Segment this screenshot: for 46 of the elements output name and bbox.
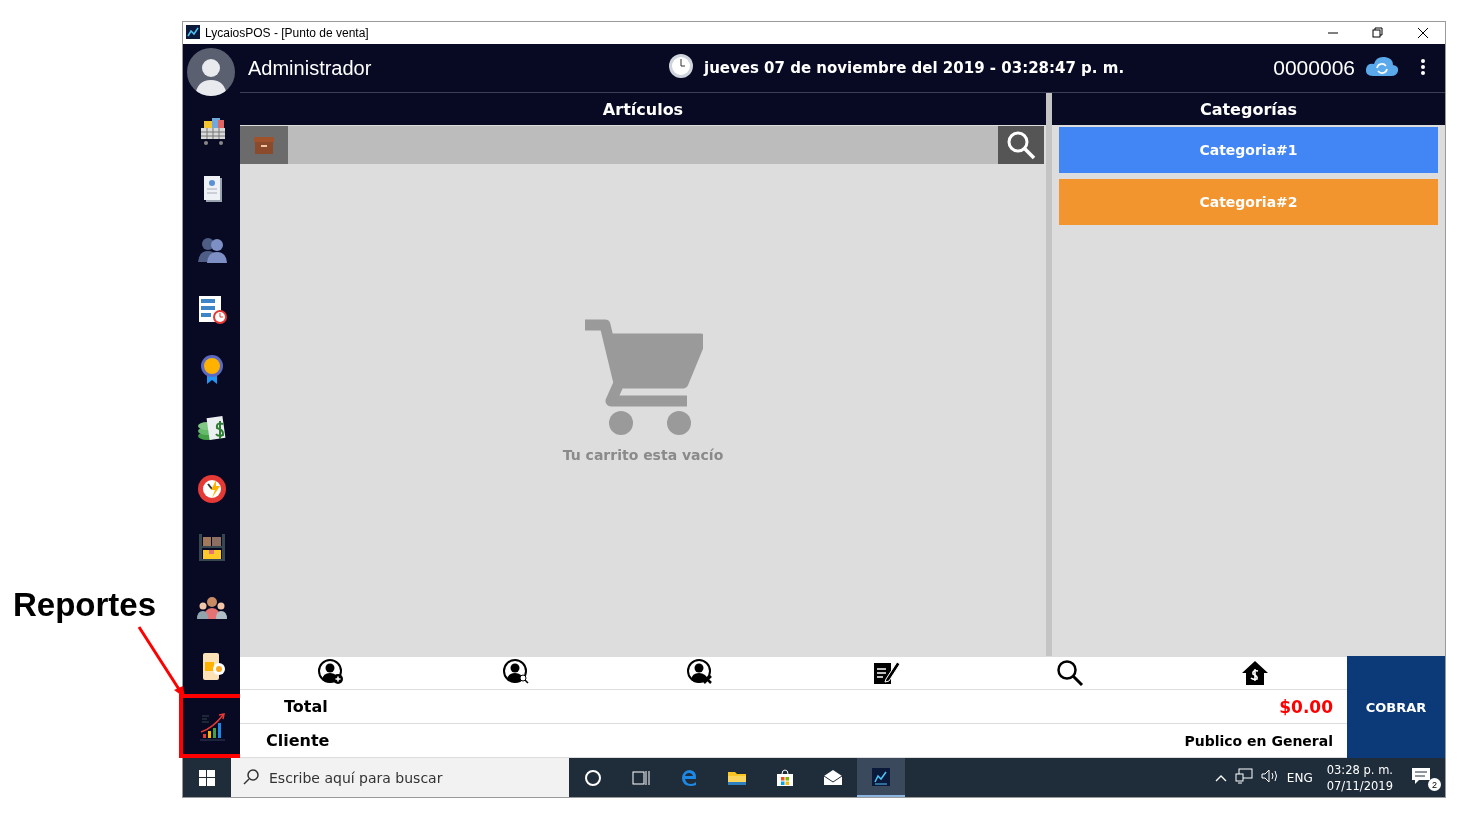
taskbar-search-field[interactable]: Escribe aquí para buscar (231, 758, 569, 797)
client-name: Publico en General (1184, 732, 1333, 749)
category-button[interactable]: Categoria#1 (1059, 127, 1438, 173)
restore-icon (1371, 27, 1384, 39)
app-button[interactable] (857, 758, 905, 797)
app-logo-icon (186, 24, 200, 39)
client-label: Cliente (266, 731, 330, 750)
house-dollar-icon (1240, 659, 1269, 687)
clock-icon (668, 53, 694, 79)
close-icon (1416, 27, 1429, 39)
empty-cart-message: Tu carrito esta vacío (562, 447, 724, 463)
sidebar-item[interactable] (181, 696, 242, 756)
empty-cart-icon (583, 317, 703, 437)
window-title: LycaiosPOS - [Punto de venta] (205, 26, 370, 40)
total-amount: $0.00 (1279, 696, 1333, 717)
clock-time: 03:28 p. m. (1326, 761, 1393, 778)
shopping-bag-icon (775, 767, 795, 788)
ticket-number: 0000006 (1273, 56, 1355, 80)
message-icon (1411, 767, 1431, 785)
date-time: jueves 07 de noviembre del 2019 - 03:28:47 p. m. (704, 59, 1126, 77)
panel-title: Categorías (1052, 93, 1445, 125)
edit-note-icon (871, 659, 900, 687)
app-logo-icon (871, 766, 891, 787)
language-indicator[interactable]: ENG (1286, 770, 1313, 785)
menu-icon (1421, 58, 1425, 75)
cloud-sync-icon (1365, 55, 1399, 77)
avatar-icon (187, 48, 235, 96)
charge-button[interactable]: COBRAR (1347, 656, 1445, 758)
chevron-up-icon (1214, 773, 1227, 782)
clock-date: 07/11/2019 (1326, 777, 1393, 794)
total-label: Total (284, 697, 328, 716)
user-name: Administrador (248, 56, 373, 80)
menu-button[interactable] (1421, 58, 1425, 78)
envelope-icon (823, 767, 843, 788)
volume-icon (1260, 768, 1279, 784)
windows-logo-icon (199, 769, 215, 786)
panel-title: Artículos (240, 93, 1046, 125)
callout-label: Reportes (13, 586, 157, 624)
search-icon (243, 769, 259, 785)
search-icon (1056, 659, 1085, 687)
box-icon (253, 135, 275, 155)
network-icon (1234, 768, 1253, 784)
browser-icon (679, 767, 699, 788)
circle-icon (583, 767, 603, 788)
search-button[interactable] (998, 126, 1044, 164)
search-icon (1006, 130, 1036, 160)
